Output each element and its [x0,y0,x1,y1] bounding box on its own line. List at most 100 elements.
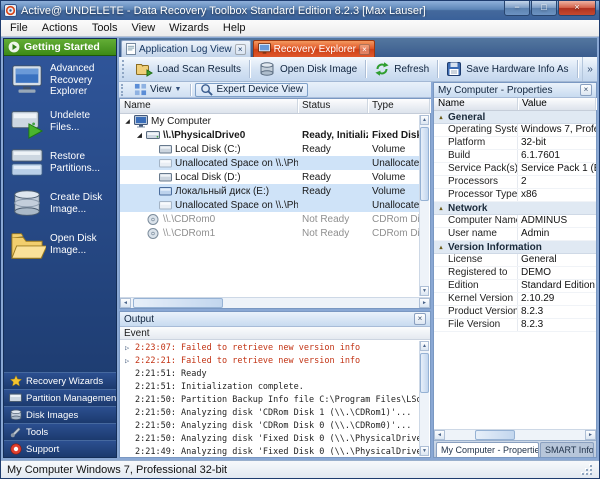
tree-row[interactable]: Local Disk (C:)ReadyVolume [120,142,420,156]
property-row[interactable]: Processor Typex86 [434,189,596,202]
property-row[interactable]: EditionStandard Edition [434,280,596,293]
tree-row[interactable]: Локальный диск (E:)ReadyVolume [120,184,420,198]
log-event-row[interactable]: 2:21:50: Analyzing disk 'CDRom Disk 1 (\… [125,406,420,419]
log-event-row[interactable]: 2:21:51: Initialization complete. [125,380,420,393]
log-event-row[interactable]: 2:21:50: Analyzing disk 'CDRom Disk 0 (\… [125,419,420,432]
sidebar-section-tools[interactable]: Tools [4,423,116,440]
property-row[interactable]: Computer NameADMINUS [434,215,596,228]
close-button[interactable]: × [558,1,596,16]
resize-grip[interactable] [580,463,593,476]
property-row[interactable]: Processors2 [434,176,596,189]
column-header-prop-name[interactable]: Name [434,98,518,110]
open-disk-image-button[interactable]: Open Disk Image [252,58,363,80]
expander-icon[interactable] [125,357,135,365]
property-row[interactable]: File Version8.2.3 [434,319,596,332]
tab-smart-info[interactable]: SMART Info [540,442,594,457]
scroll-right-button[interactable] [419,298,430,308]
scroll-thumb[interactable] [420,353,429,393]
column-header-type[interactable]: Type [368,99,430,113]
expander-icon[interactable]: ◢ [122,118,133,125]
tree-vertical-scrollbar[interactable] [419,115,429,296]
toolbar-grip[interactable] [121,84,125,96]
scroll-left-button[interactable] [120,298,131,308]
property-row[interactable]: Service Pack(s)Service Pack 1 (Build [434,163,596,176]
collapse-icon[interactable] [437,205,445,212]
property-row[interactable]: Kernel Version2.10.29 [434,293,596,306]
maximize-button[interactable]: □ [531,1,557,16]
collapse-icon[interactable] [437,114,445,121]
tree-row[interactable]: Local Disk (D:)ReadyVolume [120,170,420,184]
expert-device-view-button[interactable]: Expert Device View [195,83,308,97]
scroll-up-button[interactable] [420,341,429,351]
property-row[interactable]: Build6.1.7601 [434,150,596,163]
column-header-prop-value[interactable]: Value [518,98,596,110]
title-bar[interactable]: Active@ UNDELETE - Data Recovery Toolbox… [1,1,599,20]
tree-horizontal-scrollbar[interactable] [120,297,430,308]
scroll-down-button[interactable] [420,286,429,296]
sidebar-section-support[interactable]: Support [4,440,116,457]
tree-row[interactable]: \\.\CDRom1Not ReadyCDRom Disk [120,226,420,240]
tab-application-log-view[interactable]: Application Log View [121,40,251,57]
menu-tools[interactable]: Tools [85,21,125,35]
refresh-button[interactable]: Refresh [368,58,435,80]
property-row[interactable]: Registered toDEMO [434,267,596,280]
sidebar-item-advanced-recovery-explorer[interactable]: Advanced Recovery Explorer [7,63,113,98]
tab-close-icon[interactable] [235,44,246,55]
scroll-thumb[interactable] [133,298,223,308]
sidebar-item-create-disk-image[interactable]: Create Disk Image... [7,187,113,221]
log-event-row[interactable]: 2:21:49: Analyzing disk 'Fixed Disk 0 (\… [125,445,420,457]
save-hardware-info-as-button[interactable]: Save Hardware Info As [440,58,574,80]
sidebar-item-restore-partitions[interactable]: Restore Partitions... [7,146,113,180]
log-event-row[interactable]: 2:21:50: Partition Backup Info file C:\P… [125,393,420,406]
tree-row[interactable]: ◢My Computer [120,114,420,128]
property-row[interactable]: LicenseGeneral [434,254,596,267]
output-vertical-scrollbar[interactable] [419,341,429,456]
tab-my-computer-properties[interactable]: My Computer - Properties [436,442,539,457]
log-event-row[interactable]: 2:23:07: Failed to retrieve new version … [125,341,420,354]
close-icon[interactable] [580,84,592,96]
tab-close-icon[interactable] [359,44,370,55]
getting-started-header[interactable]: Getting Started [4,39,116,56]
log-event-row[interactable]: 2:22:21: Failed to retrieve new version … [125,354,420,367]
log-event-row[interactable]: 2:21:50: Analyzing disk 'Fixed Disk 0 (\… [125,432,420,445]
minimize-button[interactable]: − [504,1,530,16]
tab-recovery-explorer[interactable]: Recovery Explorer [253,40,375,57]
scroll-left-button[interactable] [434,430,445,440]
column-header-status[interactable]: Status [298,99,368,113]
property-group-row[interactable]: Network [434,202,596,215]
scroll-up-button[interactable] [420,115,429,125]
sidebar-section-disk-images[interactable]: Disk Images [4,406,116,423]
tree-row[interactable]: ◢\\.\PhysicalDrive0Ready, InitializedFix… [120,128,420,142]
scroll-thumb[interactable] [475,430,515,440]
sidebar-item-undelete-files[interactable]: Undelete Files... [7,105,113,139]
expander-icon[interactable]: ◢ [134,132,145,139]
column-header-event[interactable]: Event [120,327,430,340]
property-row[interactable]: User nameAdmin [434,228,596,241]
log-event-row[interactable]: 2:21:51: Ready [125,367,420,380]
load-scan-results-button[interactable]: Load Scan Results [129,58,247,80]
property-group-row[interactable]: General [434,111,596,124]
properties-horizontal-scrollbar[interactable] [434,429,596,440]
menu-view[interactable]: View [125,21,163,35]
menu-actions[interactable]: Actions [35,21,85,35]
column-header-name[interactable]: Name [120,99,298,113]
expander-icon[interactable] [125,344,135,352]
menu-file[interactable]: File [3,21,35,35]
property-row[interactable]: Product Version8.2.3 [434,306,596,319]
scroll-right-button[interactable] [585,430,596,440]
sidebar-section-partition-management[interactable]: Partition Management [4,389,116,406]
scroll-down-button[interactable] [420,446,429,456]
property-row[interactable]: Platform32-bit [434,137,596,150]
tree-row[interactable]: \\.\CDRom0Not ReadyCDRom Disk [120,212,420,226]
toolbar-grip[interactable] [122,60,127,78]
collapse-icon[interactable] [437,244,445,251]
tree-row[interactable]: Unallocated Space on \\.\PhysicalDrive0U… [120,156,420,170]
menu-help[interactable]: Help [216,21,253,35]
sidebar-section-recovery-wizards[interactable]: Recovery Wizards [4,372,116,389]
property-row[interactable]: Operating SystemWindows 7, Professional [434,124,596,137]
view-button[interactable]: View▼ [129,83,186,97]
toolbar-overflow-button[interactable]: » [582,57,597,81]
close-icon[interactable] [414,313,426,325]
property-group-row[interactable]: Version Information [434,241,596,254]
sidebar-item-open-disk-image[interactable]: Open Disk Image... [7,228,113,262]
